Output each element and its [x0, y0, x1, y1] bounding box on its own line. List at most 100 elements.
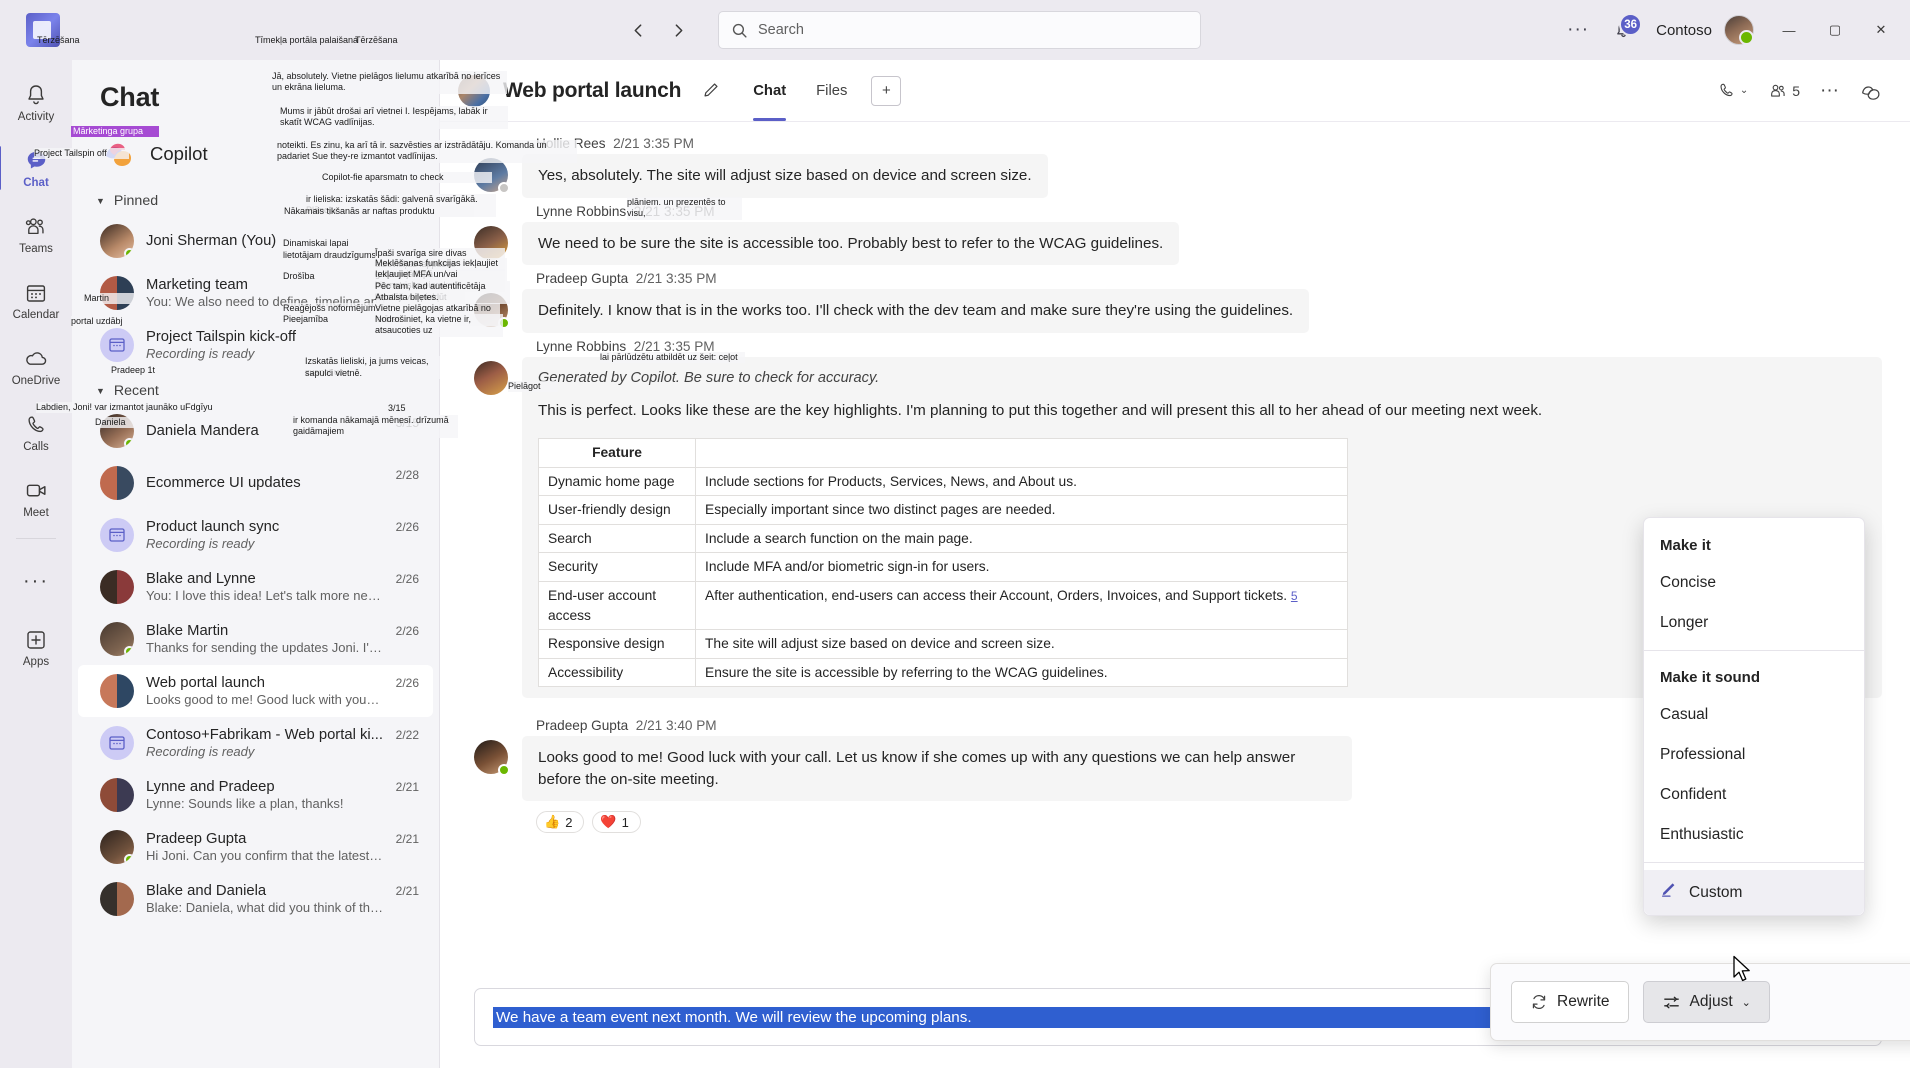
- chat-date: 2/26: [395, 676, 419, 690]
- avatar: [100, 674, 134, 708]
- chat-name: Blake and Lynne: [146, 571, 256, 587]
- presence-indicator: [124, 854, 134, 864]
- list-item[interactable]: Product launch sync Recording is ready 2…: [78, 509, 433, 561]
- menu-item-custom[interactable]: Custom: [1644, 870, 1864, 915]
- message-time: 2/21 3:40 PM: [635, 718, 717, 734]
- list-item[interactable]: Joni Sherman (You): [78, 215, 433, 267]
- list-item[interactable]: Marketing team You: We also need to defi…: [78, 267, 433, 319]
- sidebar-item-chat[interactable]: Chat: [0, 136, 70, 200]
- menu-item-confident[interactable]: Confident: [1644, 775, 1864, 815]
- copilot-button[interactable]: [1852, 74, 1888, 108]
- avatar: [474, 293, 510, 330]
- reaction-heart[interactable]: ❤️ 1: [592, 811, 641, 834]
- search-input[interactable]: Search: [718, 11, 1201, 49]
- message: Hollie Rees 2/21 3:35 PM Yes, absolutely…: [474, 136, 1882, 198]
- window-controls: — ▢ ✕: [1766, 8, 1904, 52]
- rail-more-button[interactable]: ···: [2, 549, 70, 613]
- table-row: Security Include MFA and/or biometric si…: [538, 552, 1348, 582]
- avatar: [474, 158, 510, 194]
- reaction-thumbsup[interactable]: 👍 2: [536, 811, 585, 834]
- message-time: 2/21 3:35 PM: [633, 338, 715, 354]
- table-cell: Include a search function on the main pa…: [695, 523, 1348, 554]
- notifications-button[interactable]: 36: [1602, 11, 1644, 49]
- dropdown-group-header: Make it sound: [1660, 669, 1761, 686]
- calendar-icon: [23, 280, 49, 306]
- copilot-rewrite-toolbar: Rewrite Adjust ⌄: [1490, 963, 1910, 1041]
- forward-button[interactable]: [660, 12, 696, 48]
- list-item[interactable]: Project Tailspin kick-off Recording is r…: [78, 319, 433, 371]
- call-button[interactable]: ⌄: [1710, 74, 1755, 108]
- chat-name: Blake and Daniela: [146, 883, 267, 899]
- sidebar-item-apps[interactable]: Apps: [2, 615, 70, 679]
- tab-chat[interactable]: Chat: [739, 60, 800, 121]
- tab-files[interactable]: Files: [802, 60, 861, 121]
- menu-item-longer[interactable]: Longer: [1644, 603, 1864, 643]
- sidebar-item-label: Calendar: [12, 308, 60, 321]
- list-item[interactable]: Daniela Mandera 3/15: [78, 405, 433, 457]
- list-item[interactable]: Blake and Daniela Blake: Daniela, what d…: [78, 873, 433, 925]
- avatar: [100, 466, 134, 500]
- sidebar-item-activity[interactable]: Activity: [2, 70, 70, 134]
- chat-header-actions: ⌄ 5 ···: [1710, 74, 1888, 108]
- titlebar-overflow-button[interactable]: ···: [1558, 12, 1598, 48]
- video-icon: [23, 478, 49, 504]
- sidebar-item-onedrive[interactable]: OneDrive: [2, 334, 70, 398]
- list-item[interactable]: Pradeep Gupta Hi Joni. Can you confirm t…: [78, 821, 433, 873]
- reaction-count: 1: [621, 814, 629, 830]
- user-avatar[interactable]: [1724, 15, 1754, 45]
- chat-name: Web portal launch: [146, 675, 265, 691]
- phone-icon: [1720, 83, 1733, 97]
- ai-disclaimer: Generated by Copilot. Be sure to check f…: [538, 369, 880, 386]
- meeting-icon: [109, 528, 125, 542]
- sidebar-item-teams[interactable]: Teams: [2, 202, 70, 266]
- maximize-button[interactable]: ▢: [1812, 8, 1858, 52]
- participants-button[interactable]: 5: [1761, 74, 1807, 108]
- close-button[interactable]: ✕: [1858, 8, 1904, 52]
- chat-overflow-button[interactable]: ···: [1813, 74, 1846, 108]
- chat-name: Product launch sync: [146, 519, 280, 535]
- citation-link[interactable]: 5: [1291, 589, 1298, 603]
- sidebar-item-calls[interactable]: Calls: [2, 400, 70, 464]
- menu-item-casual[interactable]: Casual: [1644, 695, 1864, 735]
- add-tab-button[interactable]: +: [871, 75, 902, 106]
- adjust-button[interactable]: Adjust ⌄: [1642, 981, 1770, 1023]
- table-cell: Include sections for Products, Services,…: [695, 466, 1348, 497]
- chat-name: Ecommerce UI updates: [146, 475, 301, 491]
- table-row: Accessibility Ensure the site is accessi…: [538, 657, 1348, 688]
- menu-item-professional[interactable]: Professional: [1644, 735, 1864, 775]
- pencil-icon[interactable]: [695, 76, 725, 106]
- list-item[interactable]: Lynne and Pradeep Lynne: Sounds like a p…: [78, 769, 433, 821]
- rewrite-button[interactable]: Rewrite: [1511, 981, 1629, 1023]
- list-item[interactable]: Blake and Lynne You: I love this idea! L…: [78, 561, 433, 613]
- chat-name: Pradeep Gupta: [146, 831, 247, 847]
- back-button[interactable]: [620, 12, 656, 48]
- table-header-row: Feature: [538, 438, 1348, 468]
- list-item-web-portal-launch[interactable]: Web portal launch Looks good to me! Good…: [78, 665, 433, 717]
- compose-text-selection[interactable]: We have a team event next month. We will…: [493, 1006, 1614, 1028]
- list-item[interactable]: Contoso+Fabrikam - Web portal ki... Reco…: [78, 717, 433, 769]
- sidebar-item-calendar[interactable]: Calendar: [2, 268, 70, 332]
- section-recent[interactable]: ▼ Recent: [72, 371, 439, 405]
- copilot-icon: [1862, 85, 1880, 100]
- section-pinned[interactable]: ▼ Pinned: [72, 181, 439, 215]
- chat-preview: Blake: Daniela, what did you think of th…: [146, 900, 384, 915]
- message: Pradeep Gupta 2/21 3:35 PM Definitely. I…: [474, 271, 1882, 333]
- table-row: Search Include a search function on the …: [538, 523, 1348, 554]
- message-author: Lynne Robbins: [536, 338, 627, 354]
- minimize-button[interactable]: —: [1766, 8, 1812, 52]
- chat-list-copilot[interactable]: Copilot: [78, 129, 433, 179]
- menu-item-concise[interactable]: Concise: [1644, 563, 1864, 603]
- chevron-down-icon: ▼: [96, 386, 105, 396]
- adjust-label: Adjust: [1689, 993, 1733, 1010]
- chat-title: Web portal launch: [503, 78, 682, 102]
- list-item[interactable]: Ecommerce UI updates 2/28: [78, 457, 433, 509]
- menu-item-enthusiastic[interactable]: Enthusiastic: [1644, 815, 1864, 855]
- participant-count: 5: [1792, 82, 1801, 99]
- copilot-label: Copilot: [150, 143, 208, 164]
- list-item[interactable]: Blake Martin Thanks for sending the upda…: [78, 613, 433, 665]
- emoji: ❤️: [600, 814, 617, 830]
- sidebar-item-meet[interactable]: Meet: [2, 466, 70, 530]
- avatar: [100, 276, 134, 310]
- teams-app-window: Search ··· 36 Contoso — ▢ ✕ Activity Cha…: [0, 0, 1910, 1068]
- pen-icon: [1660, 881, 1678, 904]
